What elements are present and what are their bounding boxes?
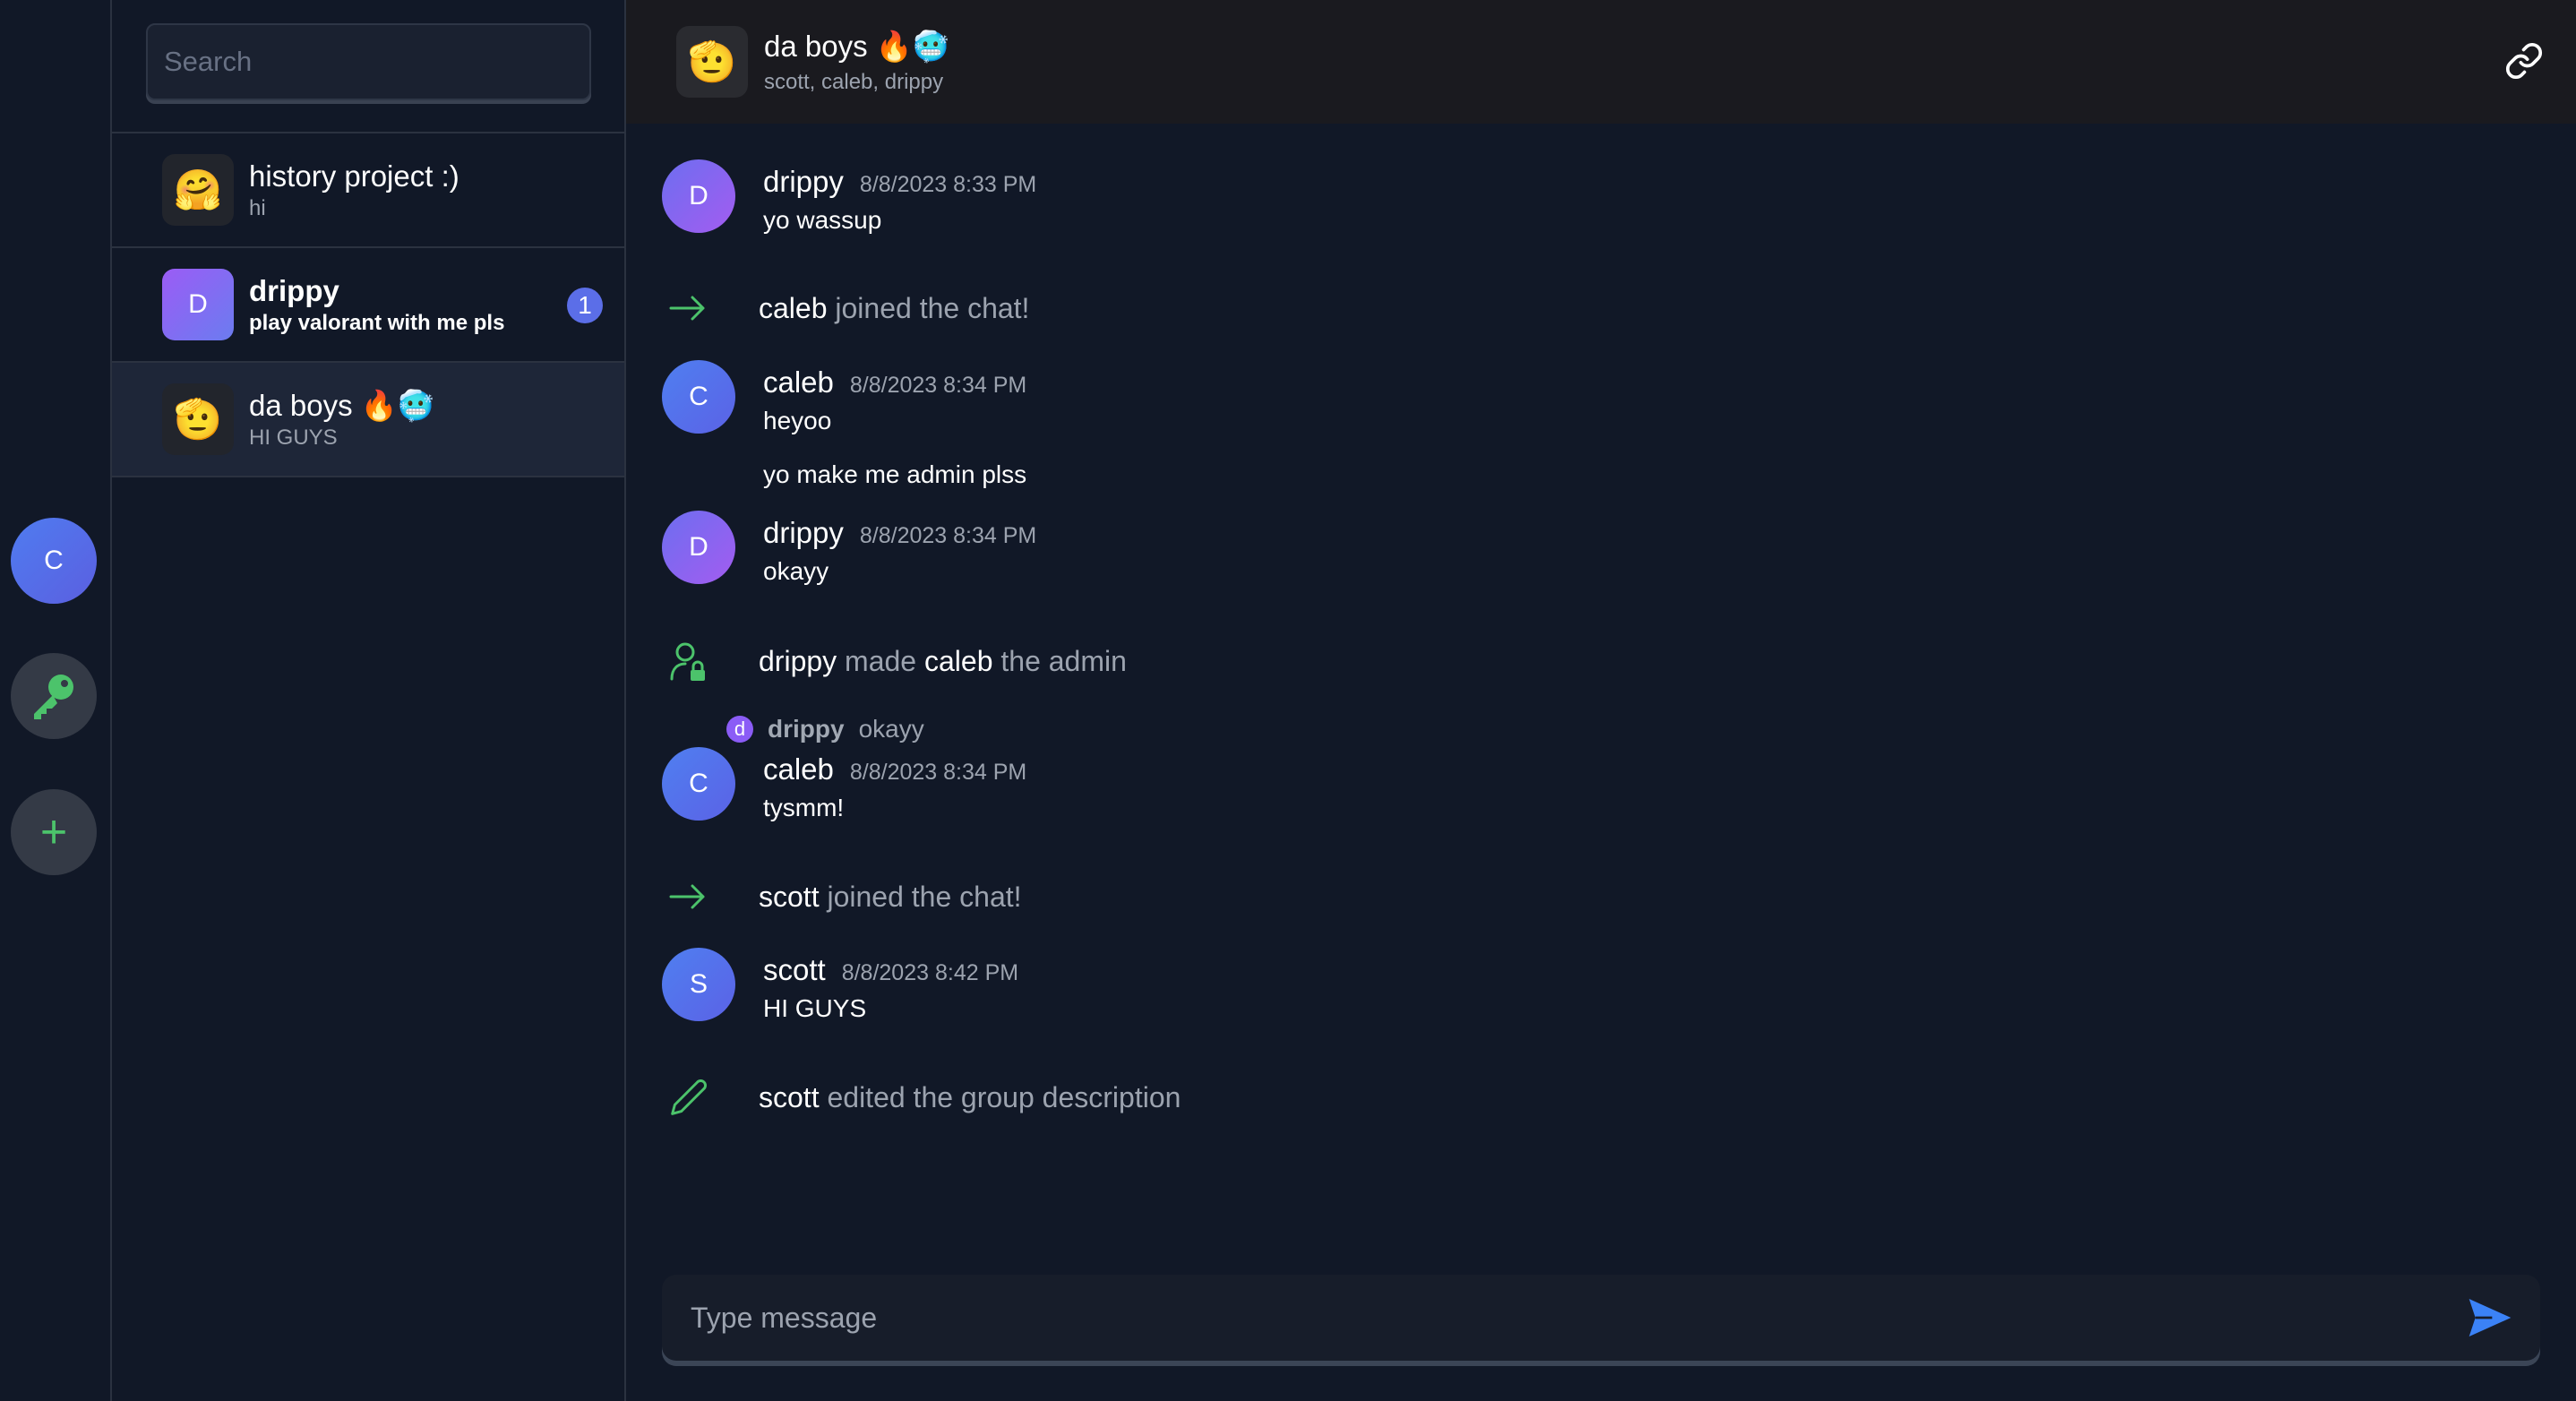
event-text: joined the chat! [827,292,1030,324]
link-icon[interactable] [2504,41,2544,81]
pencil-icon [671,1079,707,1115]
message-author[interactable]: scott [763,953,826,986]
message-timestamp: 8/8/2023 8:42 PM [841,960,1019,985]
conversation-avatar: D [162,269,234,340]
message-avatar[interactable]: C [662,360,735,434]
reply-text: okayy [858,715,924,743]
chat-members: scott, caleb, drippy [764,69,944,94]
conversation-preview: play valorant with me pls [249,311,505,335]
conversation-name: da boys 🔥🥶 [249,389,434,422]
event-text: joined the chat! [819,881,1022,913]
key-icon [34,675,73,719]
message-text: yo make me admin plss [763,460,1027,488]
chat-avatar: 🫡 [676,26,748,98]
key-button[interactable] [11,653,97,739]
user-lock-icon [670,642,705,681]
conversation-item-history-project[interactable]: 🤗 history project :) hi [112,133,624,248]
message-input[interactable] [662,1275,2417,1361]
reply-author: drippy [768,715,845,743]
message-author[interactable]: caleb [763,752,834,786]
event-user: caleb [759,292,828,324]
message-timestamp: 8/8/2023 8:34 PM [859,523,1037,548]
search-input[interactable] [146,23,591,100]
message-avatar[interactable]: D [662,159,735,233]
event-text: made [837,645,924,677]
chat-header: 🫡 da boys 🔥🥶 scott, caleb, drippy [626,0,2576,124]
conversation-avatar: 🤗 [162,154,234,226]
message-author[interactable]: drippy [763,165,844,198]
message-timestamp: 8/8/2023 8:34 PM [849,760,1027,785]
event-user: drippy [759,645,837,677]
arrow-right-icon [669,884,705,909]
plus-icon: + [39,806,68,858]
search-container [112,0,624,133]
message-text: tysmm! [763,794,845,821]
unread-badge: 1 [567,288,603,323]
user-avatar[interactable]: C [11,518,97,604]
user-avatar-letter: C [44,546,64,575]
conversation-preview: hi [249,196,266,220]
conversation-sidebar: 🤗 history project :) hi D drippy play va… [112,0,626,1401]
chat-panel: 🫡 da boys 🔥🥶 scott, caleb, drippy D drip… [626,0,2576,1401]
conversation-name: history project :) [249,159,459,193]
message-avatar[interactable]: C [662,747,735,821]
message-avatar[interactable]: S [662,948,735,1021]
conversation-preview: HI GUYS [249,425,338,450]
conversation-item-da-boys[interactable]: 🫡 da boys 🔥🥶 HI GUYS [112,363,624,477]
conversation-avatar: 🫡 [162,383,234,455]
event-user: scott [759,1081,820,1113]
message-author[interactable]: drippy [763,516,844,549]
chat-title: da boys 🔥🥶 [764,29,949,63]
server-rail: C + [0,0,112,1401]
event-user: caleb [923,645,993,677]
event-user: scott [759,881,820,913]
conversation-name: drippy [249,274,339,307]
message-text: yo wassup [763,206,882,234]
message-timestamp: 8/8/2023 8:34 PM [849,373,1027,398]
event-text: edited the group description [819,1081,1181,1113]
conversation-item-drippy[interactable]: D drippy play valorant with me pls 1 [112,248,624,363]
add-chat-button[interactable]: + [11,789,97,875]
send-icon[interactable] [2465,1293,2515,1343]
message-text: HI GUYS [763,994,867,1022]
event-text: the admin [992,645,1127,677]
message-timestamp: 8/8/2023 8:33 PM [859,172,1037,197]
message-author[interactable]: caleb [763,365,834,399]
message-avatar[interactable]: D [662,511,735,584]
reply-avatar: d [726,716,753,743]
message-text: okayy [763,557,829,585]
message-text: heyoo [763,407,832,434]
reply-preview[interactable]: d drippy okayy [726,715,924,743]
arrow-right-icon [669,296,705,321]
message-composer [662,1275,2540,1361]
